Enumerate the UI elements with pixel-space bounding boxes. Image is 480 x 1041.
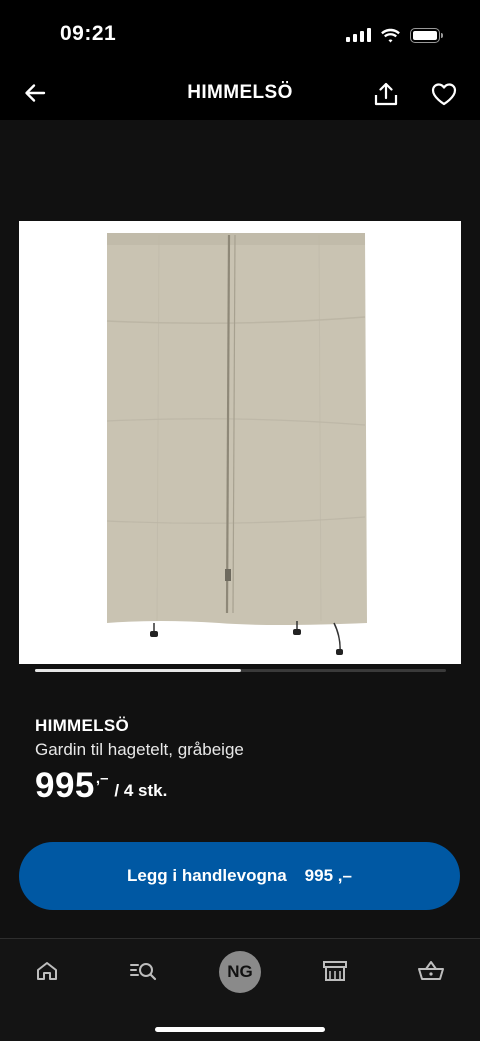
status-icons — [346, 26, 443, 44]
cellular-signal-icon — [346, 28, 371, 42]
product-description: Gardin til hagetelt, gråbeige — [35, 740, 244, 759]
add-to-cart-price: 995 ,– — [304, 866, 352, 885]
product-image[interactable] — [19, 221, 461, 664]
bottom-navigation: NG — [0, 938, 480, 1041]
heart-icon — [431, 83, 457, 106]
home-icon — [37, 962, 57, 980]
battery-icon — [410, 27, 443, 43]
add-to-cart-button[interactable]: Legg i handlevogna 995 ,– — [19, 842, 460, 910]
price-decimal: ,– — [95, 770, 109, 787]
share-button[interactable] — [370, 78, 402, 110]
product-name: HIMMELSÖ — [35, 716, 130, 735]
wifi-icon — [381, 28, 400, 42]
nav-store[interactable] — [315, 953, 355, 989]
nav-search[interactable] — [123, 953, 163, 989]
favourite-button[interactable] — [428, 78, 460, 110]
status-time: 09:21 — [60, 22, 117, 45]
search-icon — [130, 963, 157, 981]
app-header: HIMMELSÖ — [0, 70, 480, 120]
nav-basket[interactable] — [411, 953, 451, 989]
price-integer: 995 — [35, 766, 95, 805]
nav-home[interactable] — [27, 953, 67, 989]
share-icon — [374, 82, 398, 106]
store-icon — [323, 961, 347, 981]
price-unit: / 4 stk. — [114, 781, 168, 800]
carousel-progress — [35, 669, 241, 672]
status-bar: 09:21 — [0, 0, 480, 70]
curtain-illustration — [106, 233, 367, 655]
page-title: HIMMELSÖ — [187, 82, 293, 103]
profile-avatar[interactable]: NG — [219, 951, 261, 993]
add-to-cart-label: Legg i handlevogna — [127, 866, 287, 885]
image-carousel-indicator — [35, 669, 446, 672]
basket-icon — [418, 961, 444, 980]
product-price: 995 ,– / 4 stk. — [35, 764, 167, 808]
home-indicator — [155, 1027, 325, 1032]
